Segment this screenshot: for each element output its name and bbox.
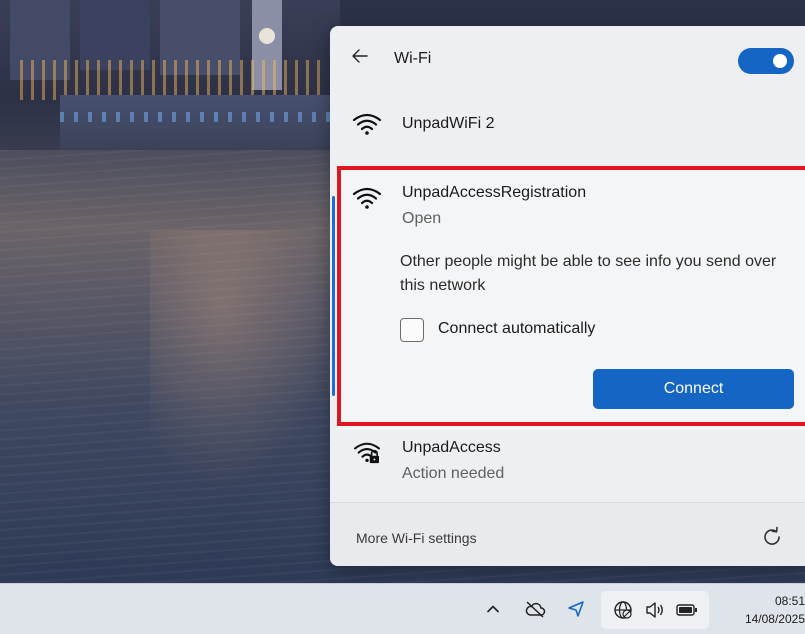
speaker-icon [643,599,667,621]
wallpaper-city-lights [20,60,320,100]
toggle-knob [773,54,787,68]
location-icon[interactable] [564,598,588,620]
network-item-unpadaccess[interactable]: UnpadAccess Action needed [330,431,805,501]
connect-button[interactable]: Connect [593,369,794,409]
security-warning-text: Other people might be able to see info y… [400,253,777,294]
system-tray-group[interactable] [601,591,709,629]
wifi-signal-icon [352,187,382,209]
flyout-title: Wi-Fi [394,50,432,67]
network-name: UnpadAccess [402,439,501,456]
network-name: UnpadAccessRegistration [402,184,587,201]
network-status: Action needed [402,465,505,482]
network-item-unpadwifi2[interactable]: UnpadWiFi 2 [330,96,805,156]
wifi-flyout: Wi-Fi UnpadWiFi 2 UnpadAccessRegistratio… [330,26,805,566]
taskbar: 08:51 14/08/2025 [0,583,805,634]
network-item-unpadaccessregistration[interactable]: UnpadAccessRegistration Open [330,174,805,244]
wallpaper-pier [60,95,330,150]
clock-time[interactable]: 08:51 [752,594,805,608]
wallpaper-reflection [150,230,330,490]
clock-date[interactable]: 14/08/2025 [738,612,805,626]
wallpaper-pier-lights [60,112,330,122]
back-arrow-icon[interactable] [350,46,376,72]
network-status: Open [402,210,442,227]
wifi-lock-icon [353,442,381,464]
flyout-header: Wi-Fi [330,26,805,96]
connect-automatically-label[interactable]: Connect automatically [438,320,595,338]
chevron-up-icon[interactable] [482,598,504,620]
wifi-signal-icon [352,113,382,135]
flyout-footer: More Wi-Fi settings [330,502,805,566]
refresh-icon[interactable] [760,525,784,549]
cloud-off-icon[interactable] [522,598,548,620]
wifi-toggle[interactable] [738,48,794,74]
connect-automatically-checkbox[interactable] [400,318,424,342]
more-wifi-settings-link[interactable]: More Wi-Fi settings [356,530,477,546]
battery-icon [675,599,699,621]
globe-network-icon [611,599,635,621]
network-name: UnpadWiFi 2 [402,115,495,132]
